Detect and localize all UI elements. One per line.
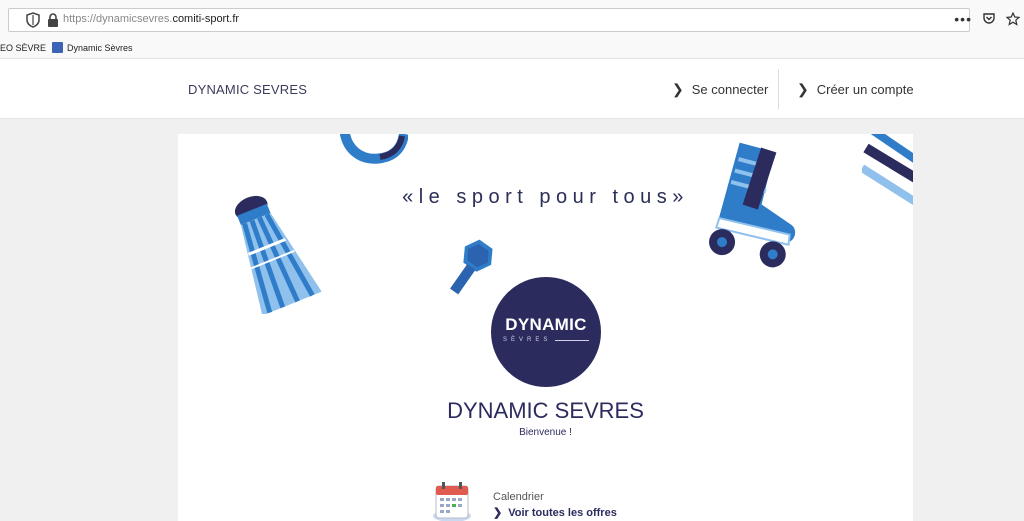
bookmark-dynamic-sevres[interactable]: Dynamic Sèvres	[52, 42, 133, 53]
url-text: https://dynamicsevres.comiti-sport.fr	[63, 13, 239, 25]
ring-icon	[340, 134, 408, 164]
bookmarks-bar: EO SÈVRE Dynamic Sèvres	[0, 38, 1024, 59]
chevron-right-icon: ❯	[493, 507, 503, 519]
bookmark-eo-sevre[interactable]: EO SÈVRE	[0, 43, 46, 53]
browser-toolbar: https://dynamicsevres.comiti-sport.fr ••…	[0, 0, 1024, 38]
lock-icon[interactable]	[45, 12, 61, 28]
see-all-offers-label: Voir toutes les offres	[508, 506, 617, 519]
nav-divider	[778, 69, 779, 109]
login-link[interactable]: ❯ Se connecter	[672, 81, 768, 98]
hero-card: «le sport pour tous» DYNAMIC SÈVRES DYNA…	[178, 134, 913, 521]
shield-icon[interactable]	[25, 12, 41, 28]
logo-rule	[555, 339, 589, 341]
see-all-offers-link[interactable]: ❯ Voir toutes les offres	[493, 506, 617, 520]
login-label: Se connecter	[691, 82, 769, 97]
url-host: comiti-sport.fr	[172, 13, 240, 25]
club-logo: DYNAMIC SÈVRES	[491, 277, 601, 387]
address-bar[interactable]: https://dynamicsevres.comiti-sport.fr	[8, 8, 970, 32]
bookmark-label: Dynamic Sèvres	[67, 42, 133, 53]
calendar-label: Calendrier	[493, 491, 544, 503]
dumbbell-icon	[450, 239, 493, 295]
logo-subtitle: SÈVRES	[503, 337, 589, 343]
club-name: DYNAMIC SEVRES	[447, 398, 644, 423]
page-actions-menu[interactable]: •••	[954, 12, 972, 26]
welcome-text: Bienvenue !	[519, 427, 572, 438]
chevron-right-icon: ❯	[672, 81, 684, 97]
signup-label: Créer un compte	[816, 82, 914, 97]
toolbar-actions: •••	[954, 12, 1024, 26]
logo-text: DYNAMIC	[505, 315, 587, 334]
signup-link[interactable]: ❯ Créer un compte	[797, 81, 914, 98]
site-header: DYNAMIC SEVRES ❯ Se connecter ❯ Créer un…	[0, 59, 1024, 119]
site-brand[interactable]: DYNAMIC SEVRES	[188, 82, 307, 97]
calendar-icon[interactable]	[432, 480, 472, 521]
favicon-icon	[52, 42, 63, 53]
pocket-icon[interactable]	[982, 12, 996, 26]
chevron-right-icon: ❯	[797, 81, 809, 97]
logo-sub-text: SÈVRES	[503, 337, 552, 343]
slogan: «le sport pour tous»	[402, 186, 689, 208]
url-prefix: https://dynamicsevres.	[63, 13, 173, 25]
bookmark-star-icon[interactable]	[1006, 12, 1020, 26]
